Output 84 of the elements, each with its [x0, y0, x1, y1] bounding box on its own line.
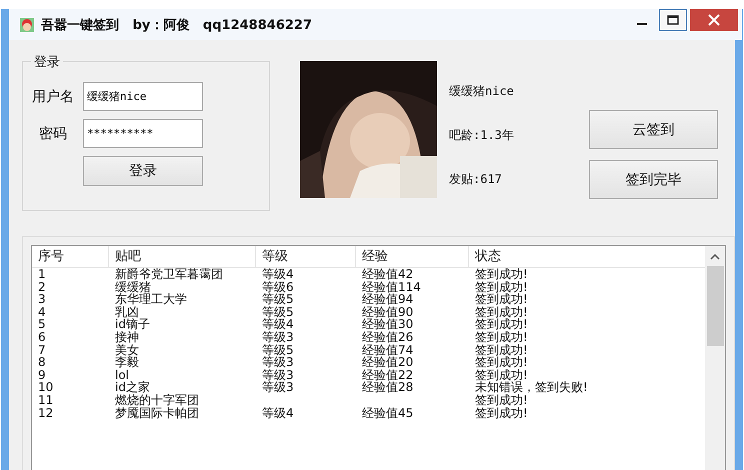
table-cell-text: 1: [37, 268, 47, 281]
table-cell-text: 签到成功!: [474, 293, 529, 306]
group-legend: 登录: [31, 53, 63, 71]
table-cell-text: 签到成功!: [474, 394, 529, 407]
table-cell-text: 李毅: [114, 356, 140, 369]
table-cell-text: 未知错误，签到失败!: [474, 381, 589, 394]
table-cell-text: 经验值94: [361, 293, 414, 306]
table-cell-text: 签到成功!: [474, 368, 529, 382]
table-cell-text: 经验值114: [361, 280, 422, 294]
column-header[interactable]: 等级: [256, 246, 356, 267]
table-cell-text: 等级5: [261, 293, 295, 306]
login-button[interactable]: 登录: [83, 156, 203, 186]
table-cell-text: 签到成功!: [474, 318, 529, 331]
table-cell-text: 等级3: [261, 381, 295, 394]
table-cell-text: id之家: [114, 381, 151, 394]
table-cell-text: 签到成功!: [474, 344, 529, 356]
table-cell-text: 经验值90: [361, 306, 414, 318]
table-cell-text: 等级4: [261, 406, 295, 420]
account-age: 吧龄:1.3年: [449, 127, 515, 144]
maximize-icon: [667, 15, 679, 25]
table-cell-text: 4: [37, 306, 47, 318]
scrollbar[interactable]: [705, 246, 725, 470]
table-cell-text: 乳凶: [114, 306, 139, 318]
table-cell-text: 经验值28: [361, 381, 414, 394]
input-field[interactable]: **********: [83, 119, 203, 148]
table-cell-text: 燃烧的十字军团: [114, 394, 200, 407]
field-label: 密码: [38, 124, 68, 142]
table-cell-text: 等级6: [261, 280, 295, 294]
table-cell-text: 签到成功!: [474, 268, 529, 281]
table-cell-text: 经验值45: [361, 406, 414, 420]
table-cell-text: 经验值30: [361, 318, 414, 331]
table-cell-text: 经验值26: [361, 330, 414, 344]
action-button[interactable]: 签到完毕: [589, 160, 718, 199]
table-cell-text: 签到成功!: [474, 280, 529, 294]
table-cell-text: 8: [37, 356, 47, 369]
input-field[interactable]: 缓缓猪nice: [83, 82, 203, 111]
table-cell-text: 美女: [114, 344, 140, 356]
close-button[interactable]: [690, 9, 738, 31]
close-icon: [708, 14, 720, 26]
table-cell-text: 经验值20: [361, 356, 414, 369]
minimize-icon: [637, 23, 647, 25]
table-cell-text: id镝子: [114, 318, 151, 331]
table-cell-text: 等级5: [261, 306, 295, 318]
table-cell-text: 东华理工大学: [114, 293, 188, 306]
post-count: 发贴:617: [449, 171, 503, 188]
table-cell-text: 签到成功!: [474, 356, 529, 369]
user-name: 缓缓猪nice: [449, 83, 515, 100]
table-cell-text: 5: [37, 318, 47, 331]
column-header[interactable]: 经验: [356, 246, 469, 267]
table-cell-text: 9: [37, 368, 47, 382]
table-cell-text: 12: [37, 406, 54, 420]
table-cell-text: 经验值42: [361, 268, 414, 281]
table-cell-text: 梦魇国际卡帕团: [114, 406, 200, 420]
table-cell-text: 10: [37, 381, 54, 394]
scroll-thumb[interactable]: [706, 266, 724, 346]
table-cell-text: 2: [37, 280, 47, 294]
table-cell-text: 等级4: [261, 268, 295, 281]
action-button[interactable]: 云签到: [589, 110, 718, 149]
column-header[interactable]: 序号: [32, 246, 109, 267]
table-cell-text: 签到成功!: [474, 306, 529, 318]
maximize-button[interactable]: [659, 9, 687, 31]
table-cell-text: 新爵爷党卫军暮霭团: [114, 268, 224, 281]
table-cell-text: 等级3: [261, 330, 295, 344]
table-cell-text: 等级4: [261, 318, 295, 331]
field-label: 用户名: [31, 88, 75, 106]
column-header[interactable]: 贴吧: [109, 246, 256, 267]
table-cell-text: 3: [37, 293, 47, 306]
window-title: 吾嚣一键签到 by：阿俊 qq1248846227: [41, 16, 312, 34]
table-cell-text: 经验值74: [361, 344, 414, 356]
table-cell-text: 签到成功!: [474, 330, 529, 344]
table-cell-text: 等级3: [261, 356, 295, 369]
column-header[interactable]: 状态: [469, 246, 705, 267]
table-cell-text: 等级5: [261, 344, 295, 356]
app-icon: [19, 16, 35, 32]
table-cell-text: 等级3: [261, 368, 295, 382]
table-cell-text: 经验值22: [361, 368, 414, 382]
table-cell-text: 7: [37, 344, 47, 356]
table-cell-text: 签到成功!: [474, 406, 529, 420]
table-cell-text: 接神: [114, 330, 140, 344]
table-cell-text: lol: [114, 368, 130, 382]
scroll-up-icon[interactable]: [710, 254, 720, 260]
table-cell-text: 11: [37, 394, 54, 407]
table-cell-text: 缓缓猪: [114, 280, 151, 294]
table-cell-text: 6: [37, 330, 47, 344]
